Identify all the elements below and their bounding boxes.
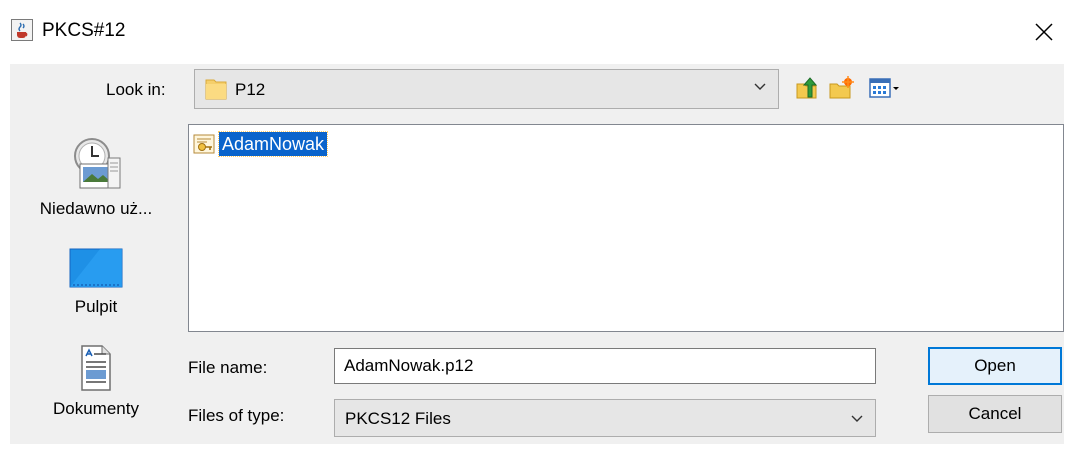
window-title: PKCS#12 bbox=[42, 20, 126, 41]
documents-icon bbox=[81, 345, 111, 391]
file-name-input[interactable] bbox=[335, 349, 875, 383]
file-type-value: PKCS12 Files bbox=[345, 409, 451, 428]
up-one-level-icon bbox=[796, 77, 818, 99]
file-name-label: AdamNowak bbox=[217, 131, 329, 157]
file-list[interactable]: AdamNowak bbox=[188, 124, 1064, 332]
chevron-down-icon bbox=[754, 83, 766, 90]
open-button[interactable]: Open bbox=[928, 347, 1062, 385]
place-documents[interactable]: Dokumenty bbox=[16, 344, 176, 420]
file-type-combobox[interactable]: PKCS12 Files bbox=[334, 399, 876, 437]
new-folder-button[interactable] bbox=[828, 75, 854, 101]
view-menu-button[interactable] bbox=[868, 75, 902, 101]
look-in-combobox[interactable]: P12 bbox=[194, 69, 779, 109]
place-documents-label: Dokumenty bbox=[53, 399, 139, 418]
place-recent-label: Niedawno uż... bbox=[39, 199, 153, 218]
up-one-level-button[interactable] bbox=[794, 75, 820, 101]
list-item[interactable]: AdamNowak bbox=[193, 131, 329, 157]
look-in-value: P12 bbox=[235, 80, 266, 99]
close-button[interactable] bbox=[1024, 12, 1064, 52]
certificate-file-icon bbox=[193, 134, 215, 154]
file-chooser-panel: Look in: P12 Niedawno uż... Pulpit Dokum… bbox=[10, 64, 1064, 444]
look-in-label: Look in: bbox=[106, 80, 166, 99]
recent-items-icon bbox=[74, 138, 121, 189]
file-name-label: File name: bbox=[188, 358, 268, 377]
view-menu-icon bbox=[869, 78, 899, 98]
close-icon bbox=[1035, 23, 1053, 41]
chevron-down-icon bbox=[851, 415, 863, 422]
java-cup-icon bbox=[11, 19, 33, 41]
file-type-label: Files of type: bbox=[188, 406, 285, 425]
new-folder-icon bbox=[829, 76, 854, 99]
file-name-field-wrapper bbox=[334, 348, 876, 384]
title-bar: PKCS#12 bbox=[0, 0, 1074, 64]
place-desktop-label: Pulpit bbox=[74, 297, 118, 316]
folder-icon bbox=[205, 79, 227, 100]
places-bar: Niedawno uż... Pulpit Dokumenty bbox=[16, 126, 176, 440]
desktop-icon bbox=[69, 248, 123, 288]
place-desktop[interactable]: Pulpit bbox=[16, 248, 176, 318]
place-recent[interactable]: Niedawno uż... bbox=[16, 134, 176, 220]
cancel-button[interactable]: Cancel bbox=[928, 395, 1062, 433]
